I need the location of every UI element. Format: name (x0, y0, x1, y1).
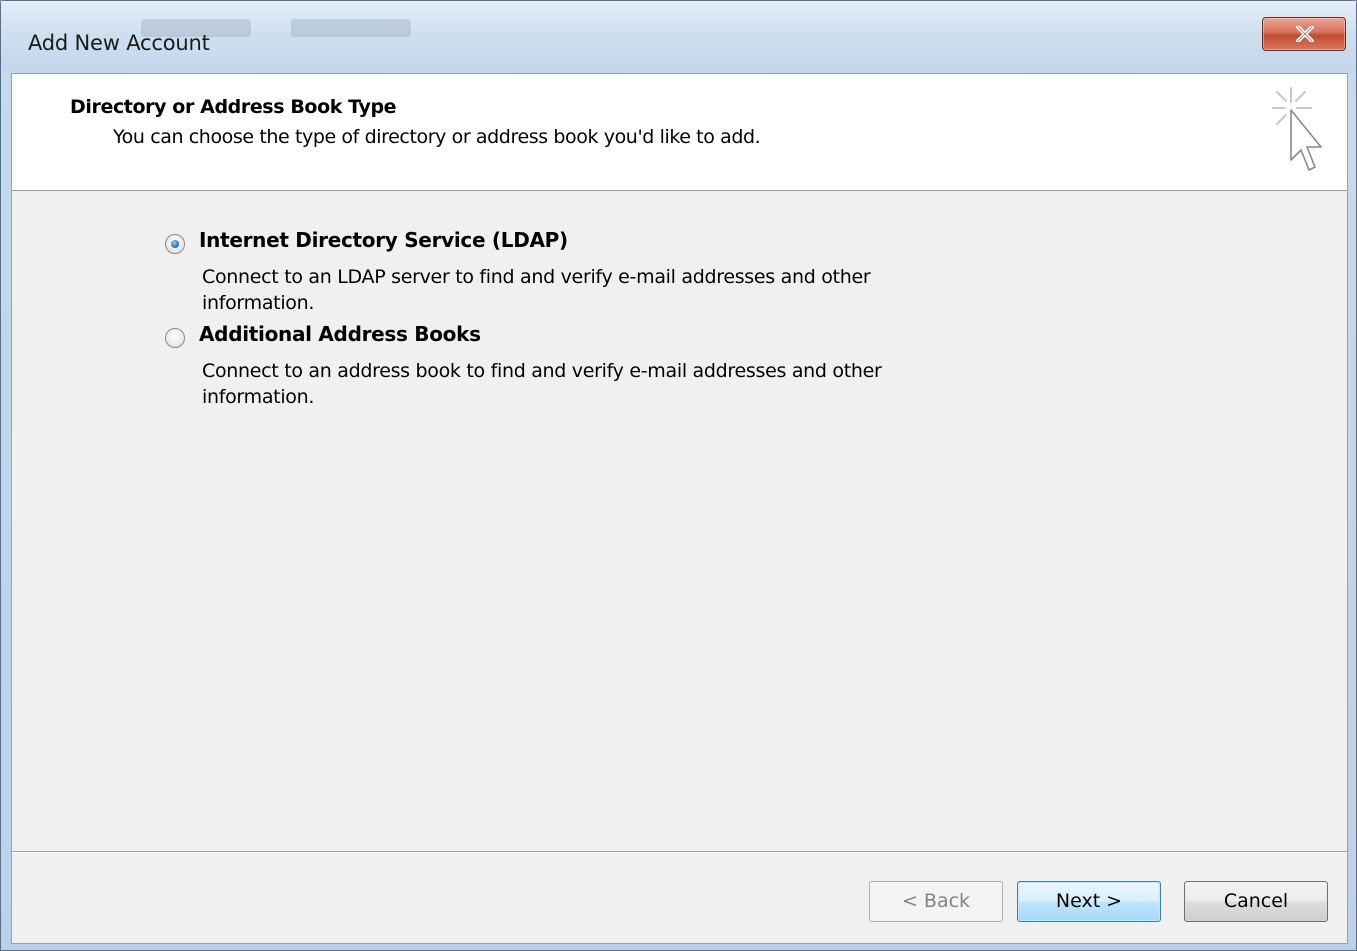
dialog-client-area: Directory or Address Book Type You can c… (11, 73, 1348, 944)
radio-ldap[interactable] (165, 234, 185, 254)
footer-divider (12, 851, 1347, 853)
cancel-button[interactable]: Cancel (1184, 881, 1328, 922)
option-additional-address-books-label[interactable]: Additional Address Books (199, 322, 481, 346)
option-ldap-label[interactable]: Internet Directory Service (LDAP) (199, 228, 568, 252)
x-icon (1296, 26, 1314, 42)
background-ghost (291, 19, 411, 37)
page-title: Directory or Address Book Type (70, 96, 397, 118)
wizard-header: Directory or Address Book Type You can c… (12, 74, 1347, 191)
next-button[interactable]: Next > (1017, 881, 1161, 922)
option-additional-address-books-description: Connect to an address book to find and v… (202, 360, 882, 408)
page-subtitle: You can choose the type of directory or … (113, 126, 761, 148)
radio-additional-address-books[interactable] (165, 328, 185, 348)
window-title: Add New Account (28, 31, 210, 55)
back-button[interactable]: < Back (869, 881, 1003, 922)
add-new-account-window: Add New Account Directory or Address Boo… (0, 0, 1357, 951)
option-ldap-description: Connect to an LDAP server to find and ve… (202, 266, 871, 314)
title-bar[interactable]: Add New Account (1, 1, 1356, 73)
wizard-cursor-icon (1272, 87, 1322, 171)
close-button[interactable] (1262, 17, 1346, 51)
